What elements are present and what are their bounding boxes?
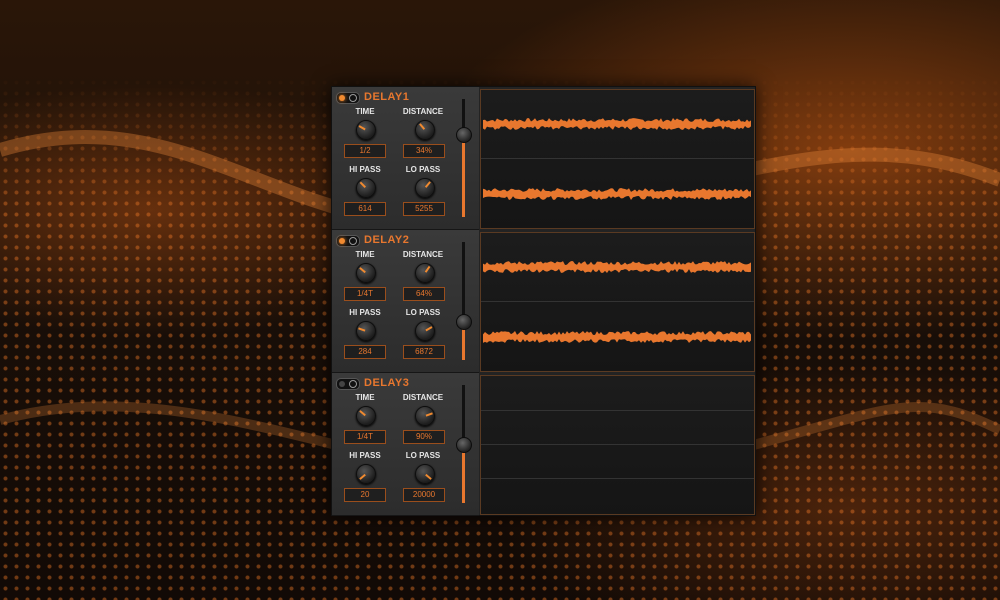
fader-handle[interactable] (456, 127, 472, 144)
delay-module-1: DELAY1 TIME DISTANCE 1/2 34% HI PASS LO … (332, 87, 755, 230)
waveform-trace (483, 118, 751, 130)
power-ring-icon (349, 380, 357, 388)
time-value[interactable]: 1/4T (344, 430, 386, 444)
hi-pass-value[interactable]: 20 (344, 488, 386, 502)
time-knob[interactable] (356, 406, 376, 426)
delay-controls: DELAY2 TIME DISTANCE 1/4T 64% HI PASS LO… (332, 230, 479, 373)
distance-value[interactable]: 90% (403, 430, 445, 444)
hi-pass-label: HI PASS (349, 165, 381, 174)
delay-controls: DELAY1 TIME DISTANCE 1/2 34% HI PASS LO … (332, 87, 479, 230)
fader-handle[interactable] (456, 314, 472, 331)
power-ring-icon (349, 94, 357, 102)
waveform-trace (483, 188, 751, 200)
distance-label: DISTANCE (402, 250, 444, 259)
mix-fader[interactable] (456, 242, 472, 360)
hi-pass-label: HI PASS (349, 308, 381, 317)
power-led-icon (339, 95, 345, 101)
lo-pass-knob[interactable] (415, 178, 435, 198)
lo-pass-label: LO PASS (405, 165, 441, 174)
lane-divider (481, 478, 754, 479)
time-label: TIME (355, 107, 375, 116)
distance-knob[interactable] (415, 263, 435, 283)
time-label: TIME (355, 393, 375, 402)
distance-knob[interactable] (415, 120, 435, 140)
power-ring-icon (349, 237, 357, 245)
delay-module-3: DELAY3 TIME DISTANCE 1/4T 90% HI PASS LO… (332, 373, 755, 516)
hi-pass-value[interactable]: 614 (344, 202, 386, 216)
delay-plugin-panel: DELAY1 TIME DISTANCE 1/2 34% HI PASS LO … (331, 86, 756, 516)
time-value[interactable]: 1/2 (344, 144, 386, 158)
mix-fader[interactable] (456, 99, 472, 217)
waveform-graph (483, 261, 751, 343)
hi-pass-knob[interactable] (356, 178, 376, 198)
waveform-trace (483, 331, 751, 343)
time-value[interactable]: 1/4T (344, 287, 386, 301)
delay-module-2: DELAY2 TIME DISTANCE 1/4T 64% HI PASS LO… (332, 230, 755, 373)
waveform-graph (483, 118, 751, 200)
time-knob[interactable] (356, 263, 376, 283)
lo-pass-label: LO PASS (405, 451, 441, 460)
waveform-graph (481, 376, 754, 514)
mix-fader[interactable] (456, 385, 472, 503)
waveform-display (480, 375, 755, 515)
power-led-icon (339, 238, 345, 244)
waveform-display (480, 89, 755, 229)
hi-pass-knob[interactable] (356, 464, 376, 484)
waveform-display (480, 232, 755, 372)
lane-divider (481, 301, 754, 302)
lo-pass-value[interactable]: 20000 (403, 488, 445, 502)
waveform-trace (483, 261, 751, 273)
distance-knob[interactable] (415, 406, 435, 426)
module-title: DELAY2 (364, 234, 410, 246)
lo-pass-value[interactable]: 5255 (403, 202, 445, 216)
delay-controls: DELAY3 TIME DISTANCE 1/4T 90% HI PASS LO… (332, 373, 479, 516)
distance-label: DISTANCE (402, 393, 444, 402)
hi-pass-label: HI PASS (349, 451, 381, 460)
fader-handle[interactable] (456, 437, 472, 453)
lo-pass-value[interactable]: 6872 (403, 345, 445, 359)
distance-value[interactable]: 34% (403, 144, 445, 158)
module-title: DELAY1 (364, 91, 410, 103)
power-led-icon (339, 381, 345, 387)
time-label: TIME (355, 250, 375, 259)
module-title: DELAY3 (364, 377, 410, 389)
hi-pass-knob[interactable] (356, 321, 376, 341)
time-knob[interactable] (356, 120, 376, 140)
lane-divider (481, 410, 754, 411)
lo-pass-label: LO PASS (405, 308, 441, 317)
hi-pass-value[interactable]: 284 (344, 345, 386, 359)
lane-divider (481, 158, 754, 159)
power-toggle[interactable] (336, 235, 360, 247)
distance-value[interactable]: 64% (403, 287, 445, 301)
power-toggle[interactable] (336, 378, 360, 390)
lo-pass-knob[interactable] (415, 464, 435, 484)
power-toggle[interactable] (336, 92, 360, 104)
lane-divider (481, 444, 754, 445)
lo-pass-knob[interactable] (415, 321, 435, 341)
distance-label: DISTANCE (402, 107, 444, 116)
